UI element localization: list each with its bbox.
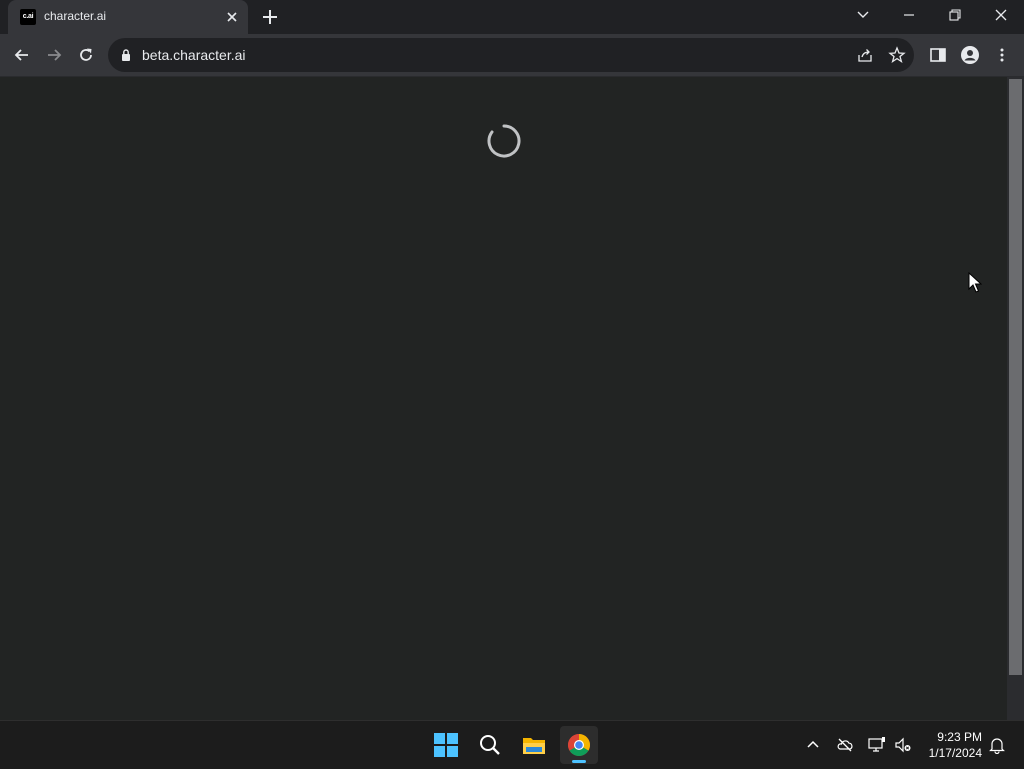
folder-icon (523, 738, 545, 754)
page-content (0, 77, 1007, 720)
clock-date: 1/17/2024 (928, 746, 982, 760)
window-close-icon[interactable] (992, 6, 1010, 24)
file-explorer-button[interactable] (515, 726, 553, 764)
arrow-right-icon[interactable] (44, 45, 64, 65)
share-icon[interactable] (856, 46, 874, 64)
address-bar[interactable]: beta.character.ai (108, 38, 914, 72)
search-icon (480, 735, 500, 755)
active-app-indicator (572, 760, 586, 763)
star-icon[interactable] (888, 46, 906, 64)
url-text[interactable]: beta.character.ai (142, 47, 246, 63)
profile-icon[interactable] (960, 45, 980, 65)
browser-titlebar: c.ai character.ai (0, 0, 1024, 34)
chevron-up-icon[interactable] (804, 736, 822, 754)
close-icon[interactable] (224, 9, 240, 25)
windows-taskbar: 9:23 PM 1/17/2024 (0, 720, 1024, 769)
start-button[interactable] (427, 726, 465, 764)
clock-time: 9:23 PM (937, 730, 982, 744)
tab-character-ai[interactable]: c.ai character.ai (8, 0, 248, 34)
chrome-icon (568, 734, 590, 756)
chevron-down-icon[interactable] (854, 6, 872, 24)
scrollbar-thumb[interactable] (1009, 79, 1022, 675)
reload-icon[interactable] (76, 45, 96, 65)
chrome-taskbar-button[interactable] (560, 726, 598, 764)
volume-muted-icon[interactable] (894, 736, 912, 754)
browser-toolbar: beta.character.ai (0, 34, 1024, 77)
onedrive-offline-icon[interactable] (836, 736, 854, 754)
arrow-left-icon[interactable] (12, 45, 32, 65)
search-button[interactable] (471, 726, 509, 764)
restore-icon[interactable] (946, 6, 964, 24)
loading-spinner-icon (486, 123, 522, 159)
lock-icon[interactable] (120, 48, 132, 62)
plus-icon[interactable] (260, 7, 280, 27)
notification-bell-icon[interactable] (988, 736, 1006, 754)
favicon: c.ai (20, 9, 36, 25)
minimize-icon[interactable] (900, 6, 918, 24)
tab-title: character.ai (44, 9, 107, 23)
kebab-menu-icon[interactable] (992, 45, 1012, 65)
mouse-cursor-icon (968, 272, 982, 294)
windows-logo-icon (434, 733, 458, 757)
side-panel-icon[interactable] (928, 45, 948, 65)
taskbar-clock[interactable]: 9:23 PM 1/17/2024 (918, 729, 982, 761)
network-icon[interactable] (868, 736, 886, 754)
